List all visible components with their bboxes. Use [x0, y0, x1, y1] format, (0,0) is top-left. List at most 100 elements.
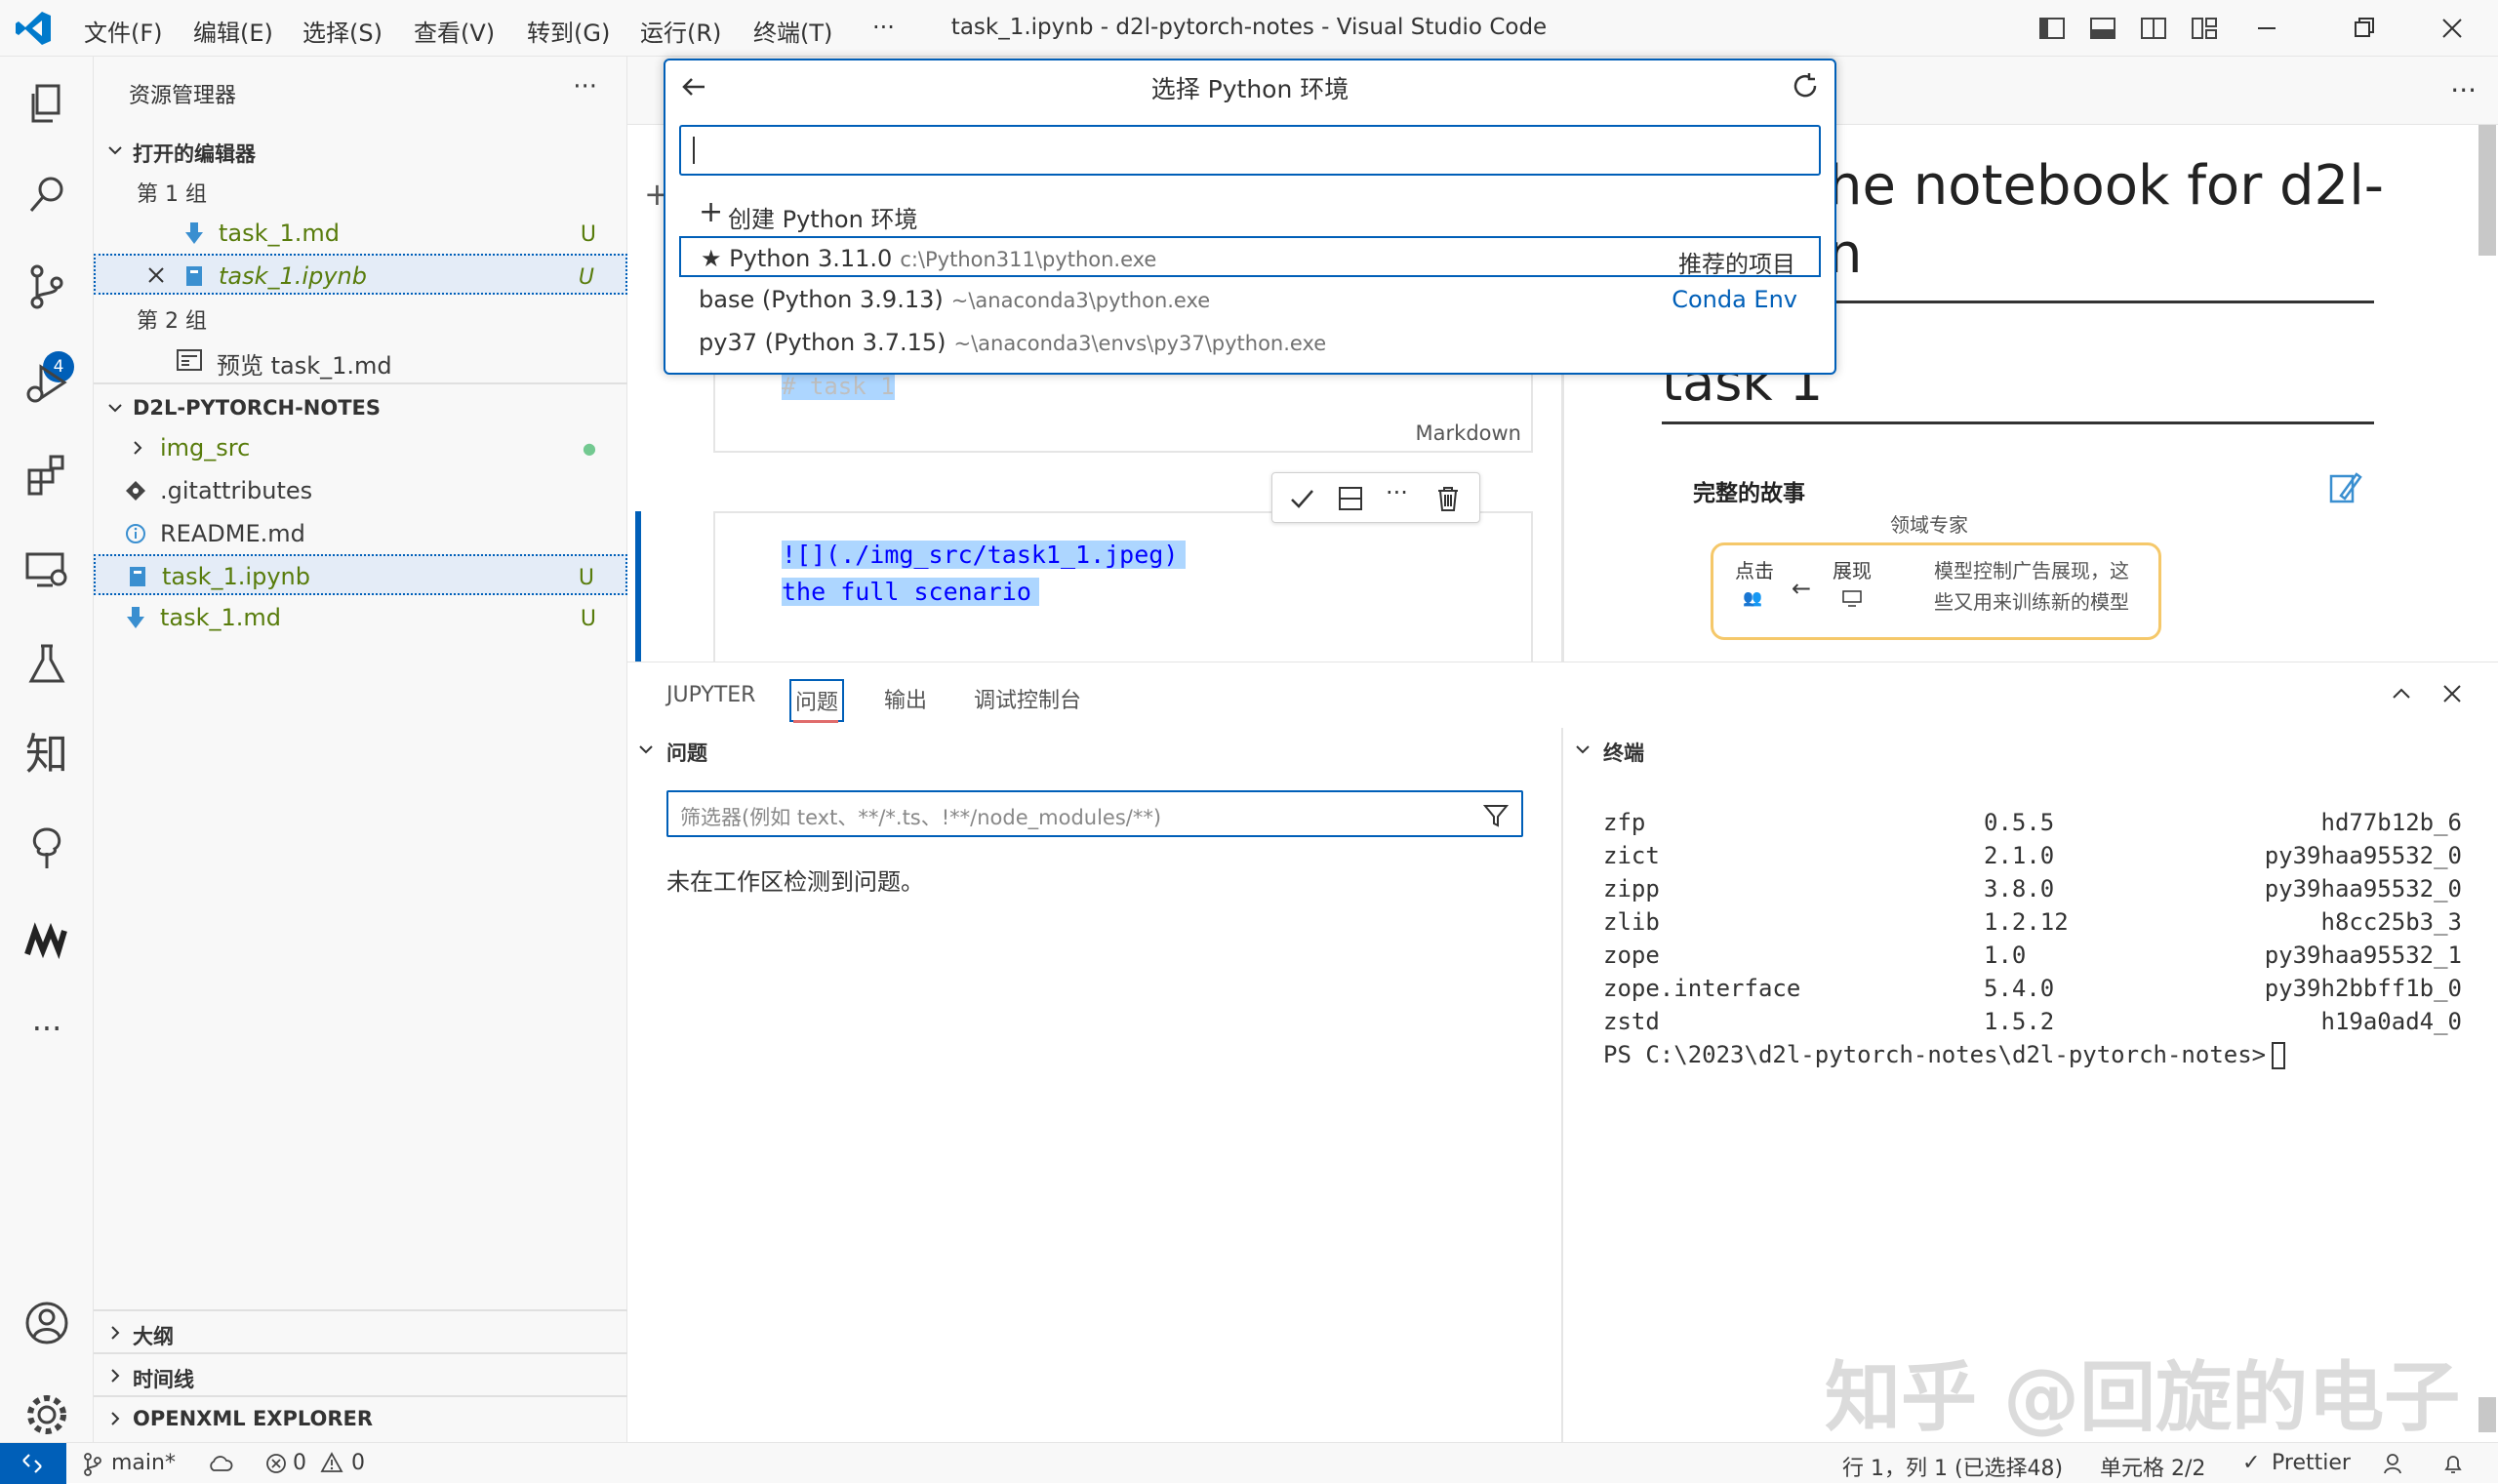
source-control-icon[interactable] [21, 261, 72, 312]
markdown-cell-1[interactable]: # task 1 Markdown [713, 371, 1533, 453]
project-header[interactable]: D2L-PYTORCH-NOTES [94, 388, 627, 425]
modified-dot: ● [583, 439, 596, 458]
terminal-row: zlib 1.2.12 h8cc25b3_3 [1603, 908, 2462, 936]
prettier-status[interactable]: Prettier [2272, 1451, 2351, 1475]
chevron-right-icon [111, 1412, 120, 1425]
close-editor-icon[interactable] [146, 265, 166, 285]
refresh-icon[interactable] [1790, 70, 1821, 101]
check-icon[interactable] [1286, 483, 1317, 514]
info-icon [126, 524, 145, 543]
file-readme[interactable]: README.md [94, 513, 627, 554]
cell-language-label[interactable]: Markdown [1416, 421, 1521, 445]
terminal-row: zope 1.0 py39haa95532_1 [1603, 942, 2462, 969]
vscode-logo-icon [16, 12, 51, 45]
remote-indicator[interactable] [0, 1443, 66, 1484]
openxml-explorer-header[interactable]: OPENXML EXPLORER [94, 1399, 627, 1436]
terminal-header[interactable]: 终端 [1603, 738, 1644, 767]
menu-selection[interactable]: 选择(S) [302, 14, 383, 48]
problems-header[interactable]: 问题 [666, 738, 707, 767]
testing-icon[interactable] [21, 638, 72, 689]
menu-view[interactable]: 查看(V) [414, 14, 495, 48]
folder-img-src[interactable]: img_src ● [94, 427, 627, 468]
cell-editor: ![](./img_src/task1_1.jpeg) the full sce… [782, 537, 1187, 611]
timeline-header[interactable]: 时间线 [94, 1356, 627, 1393]
open-editor-task-1-md[interactable]: task_1.md U [94, 213, 627, 254]
restore-icon[interactable] [2350, 14, 2379, 43]
problems-filter-input[interactable]: 筛选器(例如 text、**/*.ts、!**/node_modules/**) [666, 790, 1523, 837]
diagram-desc-line-1: 模型控制广告展现，这 [1934, 559, 2129, 582]
outline-header[interactable]: 大纲 [94, 1313, 627, 1350]
maximize-panel-icon[interactable] [2389, 681, 2414, 706]
accounts-icon[interactable] [21, 1298, 72, 1348]
tab-output[interactable]: 输出 [884, 683, 927, 714]
cursor-position[interactable]: 行 1，列 1 (已选择48) [1842, 1451, 2063, 1482]
explorer-icon[interactable] [21, 78, 72, 129]
open-editors-header[interactable]: 打开的编辑器 [94, 131, 627, 168]
menu-file[interactable]: 文件(F) [84, 14, 163, 48]
git-branch[interactable]: main* [111, 1451, 176, 1475]
terminal-row: zope.interface 5.4.0 py39h2bbff1b_0 [1603, 975, 2462, 1002]
status-bar: main* 0 0 行 1，列 1 (已选择48) 单元格 2/2 ✓ Pret… [0, 1442, 2498, 1484]
sync-cloud-icon[interactable] [207, 1453, 234, 1474]
python-env-item-3[interactable]: py37 (Python 3.7.15) ~\anaconda3\envs\py3… [679, 322, 1821, 363]
open-editor-preview-task-1-md[interactable]: 预览 task_1.md [94, 340, 627, 381]
error-icon [266, 1454, 286, 1473]
extensions-icon[interactable] [21, 451, 72, 501]
customize-layout-icon[interactable] [2190, 14, 2219, 43]
error-count[interactable]: 0 [293, 1451, 306, 1475]
remote-explorer-icon[interactable] [21, 544, 72, 595]
terminal-output[interactable]: zfp 0.5.5 hd77b12b_6 zict 2.1.0 py39haa95532… [1603, 806, 2462, 1071]
menu-go[interactable]: 转到(G) [527, 14, 610, 48]
file-task-1-ipynb[interactable]: task_1.ipynb U [94, 554, 627, 595]
more-views-icon[interactable]: ··· [21, 1009, 72, 1060]
more-icon[interactable]: ··· [1386, 479, 1417, 510]
close-panel-icon[interactable] [2439, 681, 2465, 706]
open-editor-task-1-ipynb[interactable]: task_1.ipynb U [94, 254, 627, 295]
tab-problems[interactable]: 问题 [789, 679, 845, 722]
minimize-icon[interactable] [2252, 14, 2281, 43]
search-icon[interactable] [21, 170, 72, 221]
preview-scrollbar[interactable] [2478, 125, 2496, 256]
tab-debug-console[interactable]: 调试控制台 [974, 683, 1081, 714]
tab-jupyter[interactable]: JUPYTER [666, 683, 755, 707]
diagram-show-label: 展现 [1833, 559, 1872, 582]
chevron-right-icon [111, 1326, 120, 1340]
manage-gear-icon[interactable] [21, 1389, 72, 1440]
quick-pick-input[interactable] [679, 125, 1821, 176]
users-icon: 👥 [1743, 588, 1762, 607]
feedback-icon[interactable] [2383, 1452, 2408, 1475]
notifications-bell-icon[interactable] [2441, 1452, 2465, 1475]
explorer-more-button[interactable]: ··· [573, 72, 597, 101]
delete-trash-icon[interactable] [1432, 483, 1464, 514]
toggle-panel-icon[interactable] [2088, 14, 2117, 43]
toggle-sidebar-icon[interactable] [2037, 14, 2067, 43]
preview-icon [177, 349, 202, 371]
run-debug-icon[interactable] [21, 357, 72, 408]
text-caret [693, 137, 695, 164]
file-label: task_1.ipynb [162, 563, 310, 590]
activity-bar: 4 知 ··· [0, 57, 94, 1442]
toggle-secondary-sidebar-icon[interactable] [2139, 14, 2168, 43]
create-python-env-item[interactable]: + 创建 Python 环境 [679, 193, 1821, 234]
split-cell-icon[interactable] [1335, 483, 1366, 514]
file-gitattributes[interactable]: .gitattributes [94, 470, 627, 511]
cell-toolbar: ··· [1271, 472, 1480, 523]
terminal-row: zstd 1.5.2 h19a0ad4_0 [1603, 1008, 2462, 1035]
file-task-1-md[interactable]: task_1.md U [94, 597, 627, 638]
terminal-scrollbar[interactable] [2478, 1397, 2496, 1432]
git-status-badge: U [580, 222, 596, 247]
warning-count[interactable]: 0 [351, 1451, 365, 1475]
zhihu-icon[interactable]: 知 [21, 730, 72, 781]
python-env-item-2[interactable]: base (Python 3.9.13) ~\anaconda3\python.e… [679, 279, 1821, 320]
close-window-icon[interactable] [2438, 14, 2467, 43]
filter-icon[interactable] [1482, 802, 1510, 829]
menu-run[interactable]: 运行(R) [640, 14, 721, 48]
menu-edit[interactable]: 编辑(E) [193, 14, 273, 48]
tree-icon[interactable] [21, 823, 72, 874]
editor-more-actions-button[interactable]: ··· [2450, 74, 2477, 106]
python-env-item-1[interactable]: ★ Python 3.11.0 c:\Python311\python.exe 推… [679, 236, 1821, 278]
cell-indicator[interactable]: 单元格 2/2 [2100, 1451, 2205, 1482]
plus-icon: + [699, 195, 724, 229]
markdown-cell-2[interactable]: ![](./img_src/task1_1.jpeg) the full sce… [713, 511, 1533, 662]
m-logo-icon[interactable] [21, 915, 72, 966]
